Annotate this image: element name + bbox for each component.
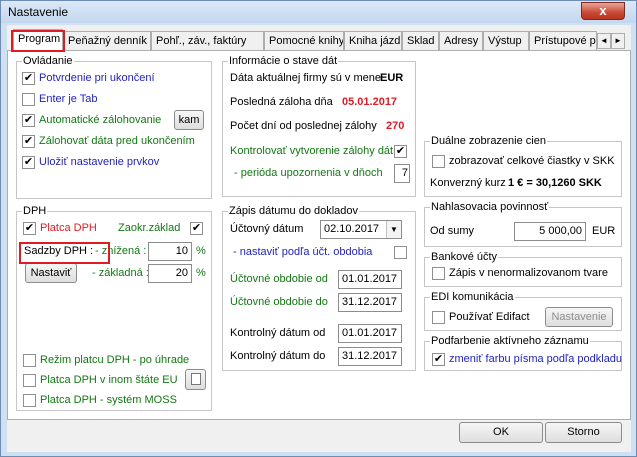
- tab-scroll-buttons: ◄ ►: [597, 33, 627, 49]
- checkbox-moss[interactable]: [23, 394, 36, 407]
- label-pocet-dni: Počet dní od poslednej zálohy: [230, 120, 377, 132]
- checkbox-zmenit-farbu[interactable]: ✔: [432, 353, 445, 366]
- label-perioda: - perióda upozornenia v dňoch: [234, 167, 383, 179]
- ok-button[interactable]: OK: [459, 422, 543, 443]
- checkbox-zalohovat-pred-ukoncenim[interactable]: ✔: [22, 135, 35, 148]
- tab-adresy[interactable]: Adresy: [439, 31, 483, 51]
- checkbox-nenormalizovany[interactable]: [432, 267, 445, 280]
- input-zakladna-sadzba[interactable]: 20: [148, 264, 192, 283]
- informacie-legend: Informácie o stave dát: [229, 55, 338, 67]
- label-od-sumy: Od sumy: [430, 225, 475, 237]
- dualne-legend: Duálne zobrazenie cien: [431, 135, 546, 147]
- label-nenormalizovany: Zápis v nenormalizovanom tvare: [449, 267, 608, 279]
- kam-button[interactable]: kam: [174, 110, 204, 130]
- scroll-left-icon[interactable]: ◄: [597, 33, 611, 49]
- scroll-right-icon[interactable]: ►: [611, 33, 625, 49]
- tab-pohladavky[interactable]: Pohľ., záv., faktúry: [151, 31, 264, 51]
- close-button[interactable]: x: [581, 2, 625, 20]
- checkbox-platca-dph[interactable]: ✔: [23, 222, 36, 235]
- inom-state-settings-button[interactable]: [185, 369, 206, 390]
- document-icon: [190, 373, 201, 386]
- input-obdobie-do[interactable]: 31.12.2017: [338, 293, 402, 312]
- input-obdobie-od[interactable]: 01.01.2017: [338, 270, 402, 289]
- chevron-down-icon[interactable]: ▼: [386, 221, 401, 238]
- tab-penazny-dennik[interactable]: Peňažný denník: [63, 31, 151, 51]
- label-konverzny-kurz: Konverzný kurz: [430, 177, 506, 189]
- input-od-sumy[interactable]: 5 000,00: [514, 222, 586, 241]
- checkbox-rezim-po-uhrade[interactable]: [23, 354, 36, 367]
- checkbox-potvrdenie[interactable]: ✔: [22, 72, 35, 85]
- value-posledna-zaloha: 05.01.2017: [342, 96, 398, 108]
- tab-sklad[interactable]: Sklad: [402, 31, 439, 51]
- tab-pristupove[interactable]: Prístupové pr: [529, 31, 597, 51]
- label-edifact: Používať Edifact: [449, 311, 530, 323]
- checkbox-inom-state[interactable]: [23, 374, 36, 387]
- label-kontrolny-do: Kontrolný dátum do: [230, 350, 326, 362]
- label-zalohovat-pred-ukoncenim: Zálohovať dáta pred ukončením: [39, 135, 195, 147]
- value-konverzny-kurz: 1 € = 30,1260 SKK: [508, 177, 602, 189]
- dialog-client: Program Peňažný denník Pohľ., záv., fakt…: [7, 25, 631, 452]
- tab-vystup[interactable]: Výstup: [483, 31, 529, 51]
- label-rezim-po-uhrade: Režim platcu DPH - po úhrade: [40, 354, 190, 366]
- bankove-legend: Bankové účty: [431, 251, 498, 263]
- checkbox-auto-zalohovanie[interactable]: ✔: [22, 114, 35, 127]
- label-inom-state: Platca DPH v inom štáte EU: [40, 374, 178, 386]
- label-zaokr-zaklad: Zaokr.základ: [118, 222, 181, 234]
- tab-kniha-jazd[interactable]: Kniha jázd: [344, 31, 402, 51]
- value-mena-firmy: EUR: [380, 72, 404, 84]
- label-mena-firmy: Dáta aktuálnej firmy sú v mene: [230, 72, 382, 84]
- label-zobrazovat-skk: zobrazovať celkové čiastky v SKK: [449, 155, 615, 167]
- ovladanie-legend: Ovládanie: [23, 55, 73, 67]
- label-platca-dph: Platca DPH: [40, 222, 97, 234]
- highlight-platca-dph: [19, 242, 110, 264]
- label-enter-tab: Enter je Tab: [39, 93, 98, 105]
- window-title: Nastavenie: [8, 5, 69, 19]
- label-uctovny-datum: Účtovný dátum: [230, 223, 304, 235]
- label-mena-sumy: EUR: [592, 225, 616, 237]
- label-kontrolovat-zalohy: Kontrolovať vytvorenie zálohy dát: [230, 145, 394, 157]
- input-znizena-sadzba[interactable]: 10: [148, 242, 192, 261]
- nahlasovacia-legend: Nahlasovacia povinnosť: [431, 201, 549, 213]
- dph-legend: DPH: [23, 205, 47, 217]
- nastavit-dph-button[interactable]: Nastaviť: [25, 263, 77, 283]
- label-posledna-zaloha: Posledná záloha dňa: [230, 96, 333, 108]
- title-bar: Nastavenie x: [1, 1, 636, 23]
- label-auto-zalohovanie: Automatické zálohovanie: [39, 114, 162, 126]
- label-moss: Platca DPH - systém MOSS: [40, 394, 177, 406]
- input-perioda[interactable]: 7: [394, 164, 410, 183]
- edi-nastavenie-button[interactable]: Nastavenie: [545, 307, 613, 327]
- label-zakladna: - základná :: [92, 267, 149, 279]
- dropdown-uctovny-datum[interactable]: 02.10.2017 ▼: [320, 220, 402, 239]
- checkbox-enter-tab[interactable]: [22, 93, 35, 106]
- tab-strip: Program Peňažný denník Pohľ., záv., fakt…: [7, 29, 631, 52]
- label-obdobie-od: Účtovné obdobie od: [230, 273, 328, 285]
- edi-legend: EDI komunikácia: [431, 291, 514, 303]
- percent-znizena: %: [196, 245, 206, 257]
- value-pocet-dni: 270: [386, 120, 405, 132]
- label-obdobie-do: Účtovné obdobie do: [230, 296, 328, 308]
- percent-zakladna: %: [196, 267, 206, 279]
- checkbox-zaokr-zaklad[interactable]: ✔: [190, 222, 203, 235]
- tab-pomocne-knihy[interactable]: Pomocné knihy: [264, 31, 344, 51]
- label-potvrdenie: Potvrdenie pri ukončení: [39, 72, 155, 84]
- value-uctovny-datum: 02.10.2017: [324, 223, 380, 235]
- highlight-tab-program: [11, 30, 65, 52]
- label-zmenit-farbu: zmeniť farbu písma podľa podkladu: [449, 353, 623, 365]
- checkbox-ulozit-nastavenie[interactable]: ✔: [22, 156, 35, 169]
- podfarbenie-legend: Podfarbenie aktívneho záznamu: [431, 335, 589, 347]
- checkbox-nastavit-obdobia[interactable]: [394, 246, 407, 259]
- checkbox-edifact[interactable]: [432, 311, 445, 324]
- label-ulozit-nastavenie: Uložiť nastavenie prvkov: [39, 156, 160, 168]
- tab-panel-program: Ovládanie ✔ Potvrdenie pri ukončení Ente…: [7, 50, 631, 420]
- storno-button[interactable]: Storno: [545, 422, 622, 443]
- checkbox-kontrolovat-zalohy[interactable]: ✔: [394, 145, 407, 158]
- checkbox-zobrazovat-skk[interactable]: [432, 155, 445, 168]
- label-kontrolny-od: Kontrolný dátum od: [230, 327, 326, 339]
- zapis-legend: Zápis dátumu do dokladov: [229, 205, 359, 217]
- label-nastavit-obdobia: - nastaviť podľa účt. obdobia: [233, 246, 373, 258]
- input-kontrolny-od[interactable]: 01.01.2017: [338, 324, 402, 343]
- settings-window: Nastavenie x Program Peňažný denník Pohľ…: [0, 0, 637, 457]
- input-kontrolny-do[interactable]: 31.12.2017: [338, 347, 402, 366]
